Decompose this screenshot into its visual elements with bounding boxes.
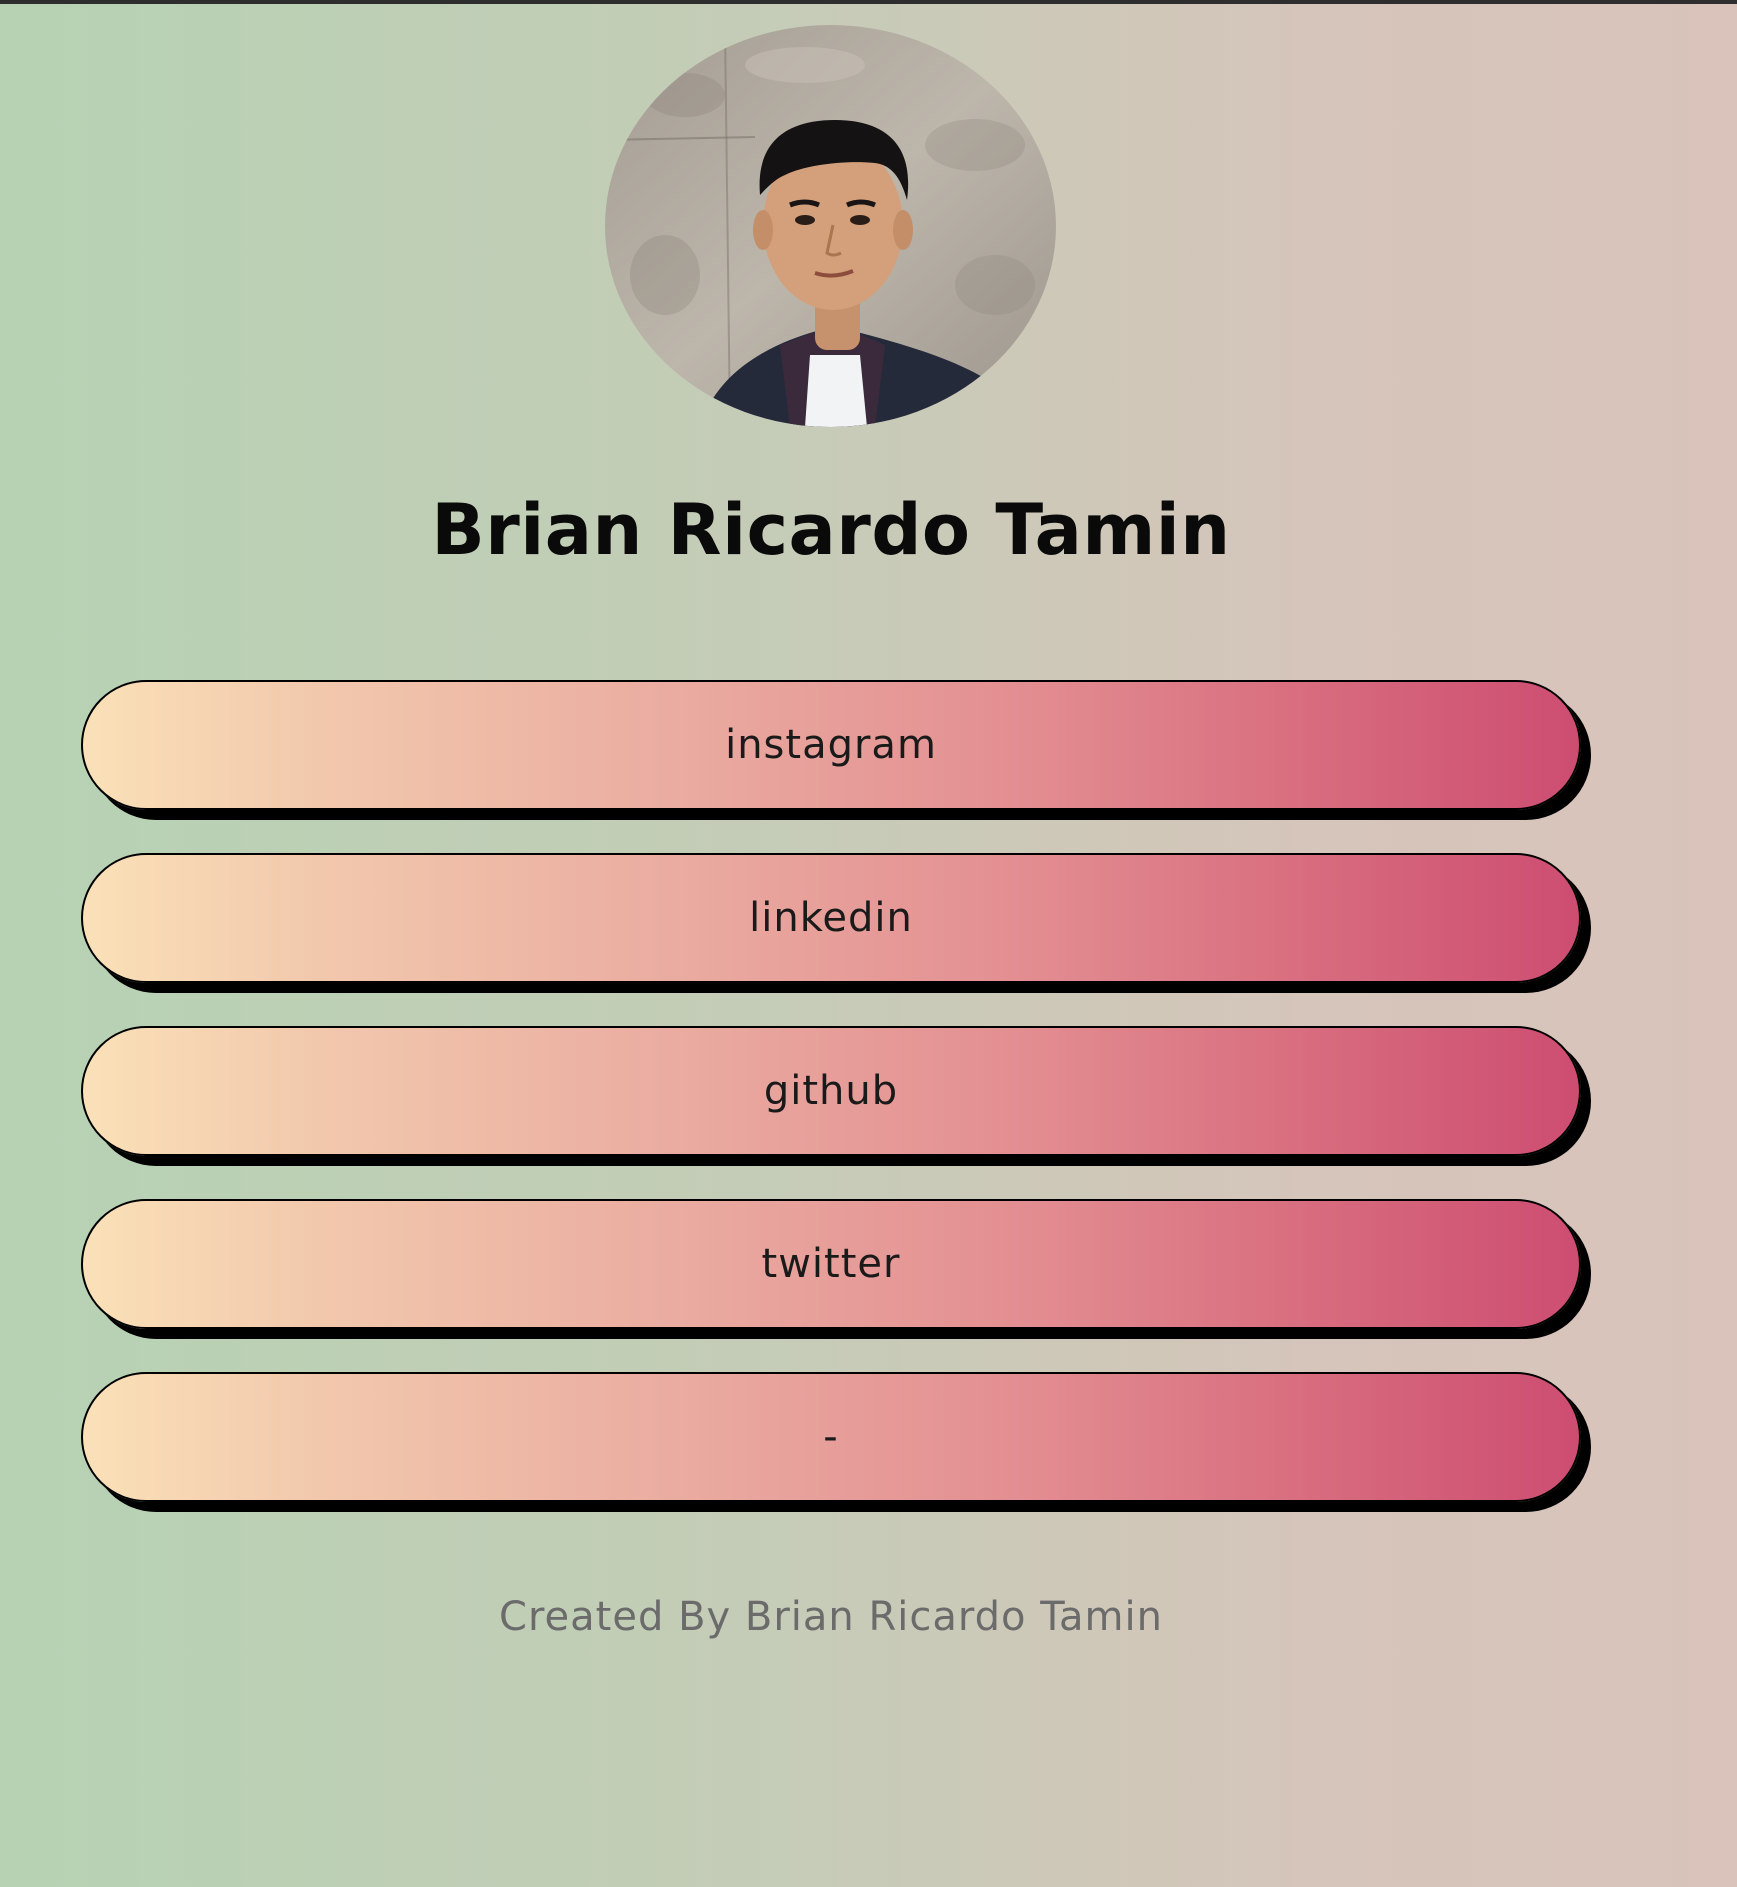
link-label: github bbox=[763, 1068, 899, 1114]
placeholder-link-button[interactable]: - bbox=[81, 1372, 1581, 1502]
link-label: linkedin bbox=[749, 895, 913, 941]
linkedin-link-button[interactable]: linkedin bbox=[81, 853, 1581, 983]
github-link-button[interactable]: github bbox=[81, 1026, 1581, 1156]
profile-photo bbox=[605, 25, 1056, 427]
twitter-link-button[interactable]: twitter bbox=[81, 1199, 1581, 1329]
avatar bbox=[605, 25, 1056, 427]
instagram-link-button[interactable]: instagram bbox=[81, 680, 1581, 810]
link-label: - bbox=[823, 1414, 839, 1460]
footer-credit: Created By Brian Ricardo Tamin bbox=[499, 1594, 1163, 1640]
link-label: twitter bbox=[761, 1241, 901, 1287]
profile-name: Brian Ricardo Tamin bbox=[431, 489, 1231, 571]
top-border bbox=[0, 0, 1737, 4]
link-label: instagram bbox=[725, 722, 937, 768]
links-list: instagram linkedin github twitter - bbox=[81, 680, 1581, 1545]
